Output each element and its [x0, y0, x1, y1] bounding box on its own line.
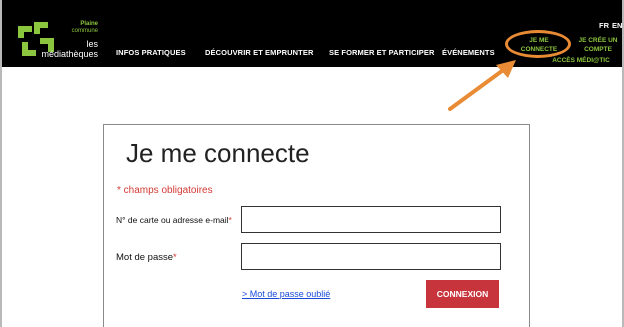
- logo-text-mediatheques: médiathèques: [41, 49, 98, 59]
- logo-text-les: les: [86, 39, 98, 49]
- password-label-text: Mot de passe: [116, 252, 174, 263]
- required-star: *: [173, 252, 177, 263]
- nav-item-se-former-et-participer[interactable]: SE FORMER ET PARTICIPER: [329, 48, 435, 57]
- create-account-link[interactable]: JE CRÉE UN COMPTE: [574, 36, 622, 54]
- connexion-button[interactable]: CONNEXION: [426, 280, 499, 308]
- required-star: *: [228, 215, 232, 225]
- highlight-ellipse: [505, 30, 571, 58]
- meditic-access-link[interactable]: ACCÈS MÉDI@TIC: [542, 56, 620, 65]
- create-account-line2: COMPTE: [584, 46, 612, 53]
- password-input[interactable]: [241, 243, 501, 270]
- lang-en-link[interactable]: EN: [612, 21, 622, 30]
- card-number-label-text: N° de carte ou adresse e-mail: [116, 215, 229, 225]
- page-title: Je me connecte: [126, 138, 310, 168]
- logo-text-plaine: Plaine: [80, 21, 98, 27]
- required-fields-note: * champs obligatoires: [117, 185, 213, 196]
- arrow-icon: [448, 60, 516, 111]
- lang-fr-link[interactable]: FR: [599, 21, 609, 30]
- forgot-password-link[interactable]: > Mot de passe oublié: [242, 289, 330, 299]
- nav-item-decouvrir-et-emprunter[interactable]: DÉCOUVRIR ET EMPRUNTER: [205, 48, 313, 57]
- logo-text-commune: commune: [71, 28, 98, 34]
- card-number-label: N° de carte ou adresse e-mail*: [116, 215, 232, 225]
- password-label: Mot de passe*: [116, 252, 177, 263]
- create-account-line1: JE CRÉE UN: [578, 37, 618, 44]
- card-number-input[interactable]: [241, 206, 501, 233]
- nav-item-infos-pratiques[interactable]: INFOS PRATIQUES: [116, 48, 186, 57]
